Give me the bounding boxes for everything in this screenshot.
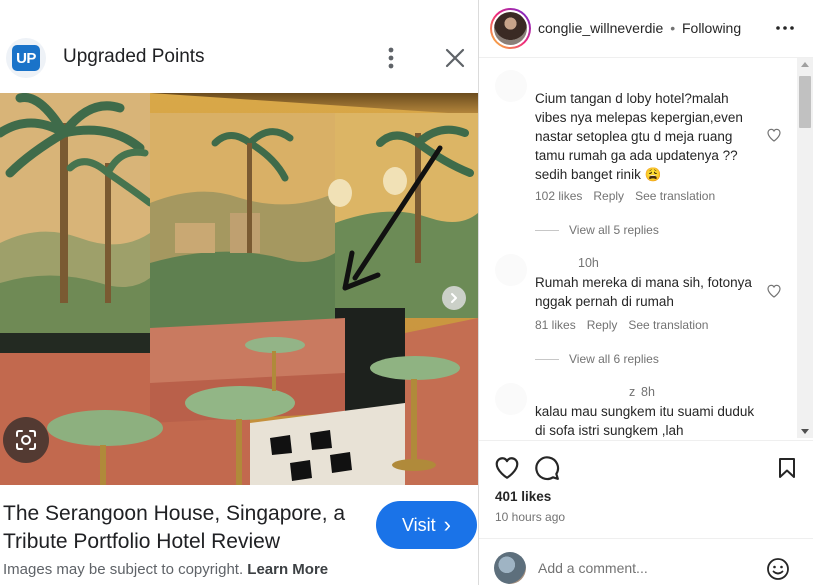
reply-button[interactable]: Reply [593, 189, 624, 203]
commenter-avatar[interactable] [495, 383, 527, 415]
visit-button[interactable]: Visit › [376, 501, 477, 549]
author-line: conglie_willneverdie • Following [538, 20, 741, 36]
post-actions: 401 likes 10 hours ago [479, 440, 813, 535]
comment-time: 10h [578, 256, 599, 270]
result-title[interactable]: The Serangoon House, Singapore, a Tribut… [3, 500, 368, 556]
source-header: UP Upgraded Points [0, 0, 478, 93]
chevron-right-icon: › [443, 512, 451, 537]
comment-likes[interactable]: 81 likes [535, 318, 576, 332]
instagram-post-panel: conglie_willneverdie • Following Cium ta… [478, 0, 813, 585]
see-translation-link[interactable]: See translation [628, 318, 708, 332]
comment-text: Rumah mereka di mana sih, fotonya nggak … [535, 275, 752, 309]
likes-count[interactable]: 401 likes [495, 489, 551, 504]
result-image[interactable] [0, 93, 478, 485]
comment-text: Cium tangan d loby hotel?malah vibes nya… [535, 91, 743, 182]
copyright-notice: Images may be subject to copyright. Lear… [3, 561, 328, 578]
scrollbar-thumb[interactable] [799, 76, 811, 128]
commenter-avatar[interactable] [495, 254, 527, 286]
avatar-image [494, 12, 527, 45]
lens-icon [16, 430, 36, 450]
comment-meta: 102 likes Reply See translation [535, 189, 726, 203]
view-replies-label: View all 6 replies [569, 352, 659, 366]
separator-dot: • [670, 20, 676, 36]
scroll-down-arrow-icon[interactable] [801, 429, 809, 434]
learn-more-link[interactable]: Learn More [247, 561, 328, 578]
add-comment-bar [479, 538, 813, 585]
view-replies-button[interactable]: View all 5 replies [535, 223, 659, 237]
post-header: conglie_willneverdie • Following [479, 0, 813, 58]
comment-username-partial[interactable]: z [629, 385, 635, 399]
close-icon[interactable] [443, 46, 467, 70]
post-options-icon[interactable] [774, 20, 796, 36]
post-timestamp[interactable]: 10 hours ago [495, 510, 565, 524]
author-username[interactable]: conglie_willneverdie [538, 20, 663, 36]
scroll-up-arrow-icon[interactable] [801, 62, 809, 67]
next-image-button[interactable] [442, 286, 466, 310]
emoji-icon[interactable] [766, 557, 790, 581]
divider [535, 358, 559, 360]
source-title[interactable]: Upgraded Points [63, 46, 205, 68]
comment-like-icon[interactable] [766, 283, 782, 299]
author-avatar[interactable] [490, 8, 531, 49]
more-options-icon[interactable] [381, 45, 401, 71]
copyright-text: Images may be subject to copyright. [3, 561, 244, 578]
comment-likes[interactable]: 102 likes [535, 189, 582, 203]
bookmark-icon[interactable] [775, 455, 799, 481]
comment-like-icon[interactable] [766, 127, 782, 143]
source-logo-text: UP [12, 45, 40, 71]
comment-meta: 81 likes Reply See translation [535, 318, 719, 332]
lens-result-panel: UP Upgraded Points The Serangoon House, … [0, 0, 478, 585]
source-logo[interactable]: UP [6, 38, 46, 78]
commenter-avatar[interactable] [495, 70, 527, 102]
comments-scrollbar[interactable] [797, 58, 813, 438]
see-translation-link[interactable]: See translation [635, 189, 715, 203]
reply-button[interactable]: Reply [587, 318, 618, 332]
comment-icon[interactable] [534, 455, 560, 481]
following-button[interactable]: Following [682, 20, 741, 36]
comments-list[interactable]: Cium tangan d loby hotel?malah vibes nya… [479, 58, 813, 438]
comment-text: kalau mau sungkem itu suami duduk di sof… [535, 404, 755, 438]
current-user-avatar[interactable] [494, 552, 526, 584]
divider [535, 229, 559, 231]
lens-search-button[interactable] [3, 417, 49, 463]
comment-input[interactable] [538, 560, 748, 576]
view-replies-label: View all 5 replies [569, 223, 659, 237]
comment-time: 8h [641, 385, 655, 399]
like-icon[interactable] [494, 455, 520, 481]
visit-label: Visit [401, 514, 436, 535]
view-replies-button[interactable]: View all 6 replies [535, 352, 659, 366]
